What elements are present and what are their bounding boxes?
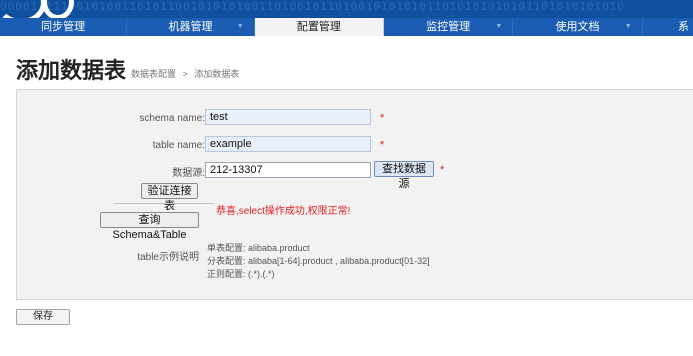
- chevron-down-icon: ▼: [236, 23, 244, 30]
- required-mark: *: [440, 164, 445, 176]
- nav-item-system[interactable]: 系: [643, 18, 693, 36]
- nav-item-config[interactable]: 配置管理: [254, 18, 384, 36]
- query-schema-table-button[interactable]: 查询Schema&Table: [100, 212, 199, 241]
- page-title: 添加数据表: [16, 58, 127, 83]
- breadcrumb-separator: >: [182, 69, 188, 79]
- nav-item-docs[interactable]: 使用文档 ▼: [513, 18, 643, 36]
- example-line-regex: 正则配置: (.*).(.*): [207, 269, 275, 279]
- nav-item-label: 配置管理: [296, 21, 341, 33]
- nav-item-monitor[interactable]: 监控管理 ▼: [384, 18, 514, 36]
- divider: [114, 203, 214, 204]
- top-banner: 0000111110010100110101100101010100110100…: [0, 0, 693, 36]
- find-data-source-button[interactable]: 查找数据源: [374, 161, 434, 190]
- chevron-down-icon: ▼: [495, 23, 503, 30]
- nav-item-label: 同步管理: [41, 21, 86, 33]
- save-button[interactable]: 保存: [16, 309, 70, 325]
- verify-connection-button[interactable]: 验证连接表: [141, 183, 198, 212]
- nav-item-label: 系: [678, 21, 690, 33]
- table-name-label: table name:: [152, 140, 205, 151]
- schema-name-label: schema name:: [139, 113, 205, 124]
- required-mark: *: [380, 139, 385, 151]
- breadcrumb-link[interactable]: 数据表配置: [131, 69, 176, 79]
- form-panel: schema name: test * table name: example …: [16, 89, 693, 300]
- breadcrumb: 数据表配置 > 添加数据表: [131, 67, 243, 80]
- nav-item-label: 机器管理: [168, 21, 213, 33]
- nav-item-sync[interactable]: 同步管理: [0, 18, 128, 36]
- nav-item-machines[interactable]: 机器管理 ▼: [127, 18, 255, 36]
- data-source-label: 数据源:: [172, 168, 205, 179]
- main-nav: 同步管理 机器管理 ▼ 配置管理 监控管理 ▼ 使用文档 ▼ 系: [0, 18, 693, 36]
- example-line-single: 单表配置: alibaba.product: [207, 243, 310, 253]
- required-mark: *: [380, 112, 385, 124]
- data-source-input[interactable]: 212-13307: [205, 162, 371, 178]
- success-message: 恭喜,select操作成功,权限正常!: [216, 206, 351, 217]
- table-example-label: table示例说明: [137, 252, 199, 263]
- nav-item-label: 使用文档: [555, 21, 600, 33]
- schema-name-input[interactable]: test: [205, 109, 371, 125]
- banner-binary-pattern: 0000111110010100110101100101010100110100…: [0, 0, 626, 13]
- table-name-input[interactable]: example: [205, 136, 371, 152]
- example-line-sharded: 分表配置: alibaba[1-64].product , alibaba.pr…: [207, 256, 430, 266]
- chevron-down-icon: ▼: [624, 23, 632, 30]
- breadcrumb-current: 添加数据表: [194, 69, 240, 79]
- nav-item-label: 监控管理: [426, 21, 471, 33]
